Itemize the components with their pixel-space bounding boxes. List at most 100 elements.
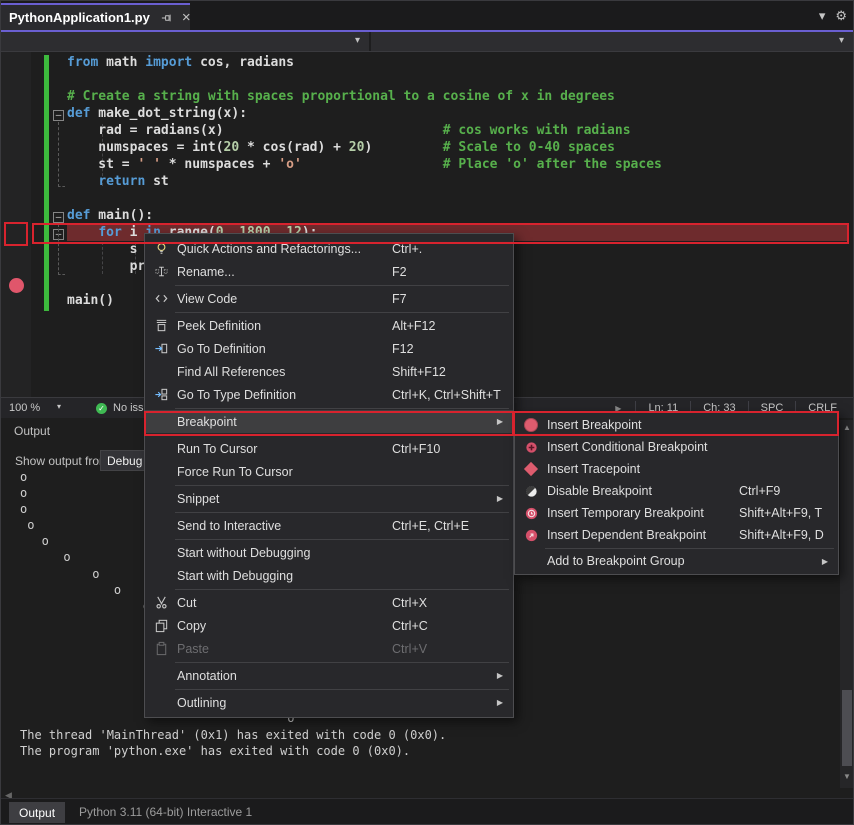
breakpoint-icon	[515, 418, 547, 432]
document-tab-bar: PythonApplication1.py × ▾ ⚙	[1, 1, 854, 30]
menu-item-go-to-definition[interactable]: Go To DefinitionF12	[145, 337, 513, 360]
pin-icon[interactable]	[160, 12, 172, 24]
zoom-level-control[interactable]: 100 %	[9, 402, 40, 414]
menu-item-quick-actions-and-refactorings[interactable]: Quick Actions and Refactorings...Ctrl+.	[145, 237, 513, 260]
menu-separator	[175, 512, 509, 513]
tab-python-interactive-label: Python 3.11 (64-bit) Interactive 1	[79, 805, 252, 819]
scrollbar-thumb[interactable]	[842, 690, 852, 766]
menu-item-insert-temporary-breakpoint[interactable]: Insert Temporary BreakpointShift+Alt+F9,…	[515, 502, 838, 524]
menu-item-insert-tracepoint[interactable]: Insert Tracepoint	[515, 458, 838, 480]
scroll-up-icon[interactable]: ▲	[840, 423, 854, 432]
menu-item-label: Add to Breakpoint Group	[547, 554, 739, 568]
menu-item-label: Go To Definition	[177, 342, 392, 356]
tab-python-interactive[interactable]: Python 3.11 (64-bit) Interactive 1	[79, 805, 252, 819]
menu-item-shortcut: Ctrl+.	[392, 242, 422, 256]
menu-item-label: Insert Tracepoint	[547, 462, 739, 476]
submenu-arrow-icon: ▶	[497, 671, 507, 680]
outline-guide	[58, 224, 65, 275]
menu-item-start-with-debugging[interactable]: Start with Debugging	[145, 564, 513, 587]
menu-item-insert-dependent-breakpoint[interactable]: Insert Dependent BreakpointShift+Alt+F9,…	[515, 524, 838, 546]
tab-list-dropdown-icon[interactable]: ▾	[819, 8, 826, 24]
menu-item-run-to-cursor[interactable]: Run To CursorCtrl+F10	[145, 437, 513, 460]
menu-item-label: Find All References	[177, 365, 392, 379]
breakpoint-submenu: Insert BreakpointInsert Conditional Brea…	[514, 411, 839, 575]
menu-item-disable-breakpoint[interactable]: Disable BreakpointCtrl+F9	[515, 480, 838, 502]
submenu-arrow-icon: ▶	[822, 557, 832, 566]
zoom-dropdown-icon[interactable]: ▾	[57, 402, 61, 411]
code-line[interactable]	[67, 71, 848, 88]
menu-separator	[545, 548, 834, 549]
menu-item-add-to-breakpoint-group[interactable]: Add to Breakpoint Group ▶	[515, 550, 838, 572]
close-icon[interactable]: ×	[182, 9, 191, 26]
fold-toggle-icon[interactable]: –	[53, 212, 64, 223]
menu-item-cut[interactable]: CutCtrl+X	[145, 591, 513, 614]
menu-item-send-to-interactive[interactable]: Send to InteractiveCtrl+E, Ctrl+E	[145, 514, 513, 537]
output-line: The thread 'MainThread' (0x1) has exited…	[20, 727, 446, 743]
menu-item-label: Rename...	[177, 265, 392, 279]
go-to-type-icon	[145, 387, 177, 402]
menu-item-label: Start without Debugging	[177, 546, 392, 560]
menu-item-shortcut: Ctrl+C	[392, 619, 428, 633]
tool-window-tab-bar: Output Python 3.11 (64-bit) Interactive …	[1, 798, 854, 825]
breakpoint-dot-icon[interactable]	[9, 278, 24, 293]
scroll-down-icon[interactable]: ▼	[840, 772, 854, 781]
menu-item-insert-conditional-breakpoint[interactable]: Insert Conditional Breakpoint	[515, 436, 838, 458]
menu-item-find-all-references[interactable]: Find All ReferencesShift+F12	[145, 360, 513, 383]
menu-item-paste[interactable]: PasteCtrl+V	[145, 637, 513, 660]
code-line[interactable]: from math import cos, radians	[67, 54, 848, 71]
menu-item-shortcut: Ctrl+E, Ctrl+E	[392, 519, 469, 533]
show-output-from-label: Show output from:	[15, 454, 112, 468]
menu-item-shortcut: Shift+F12	[392, 365, 446, 379]
menu-item-peek-definition[interactable]: Peek DefinitionAlt+F12	[145, 314, 513, 337]
output-vertical-scrollbar[interactable]: ▲ ▼	[840, 420, 854, 788]
menu-item-view-code[interactable]: View CodeF7	[145, 287, 513, 310]
menu-item-outlining[interactable]: Outlining▶	[145, 691, 513, 714]
navigation-bar: ▾ ▾	[1, 32, 854, 52]
menu-item-go-to-type-definition[interactable]: Go To Type DefinitionCtrl+K, Ctrl+Shift+…	[145, 383, 513, 406]
peek-definition-icon	[145, 318, 177, 333]
breakpoint-margin[interactable]	[1, 52, 31, 397]
menu-item-copy[interactable]: CopyCtrl+C	[145, 614, 513, 637]
menu-item-label: Quick Actions and Refactorings...	[177, 242, 392, 256]
gear-icon[interactable]: ⚙	[835, 8, 847, 24]
fold-toggle-icon[interactable]: –	[53, 110, 64, 121]
code-line[interactable]: numspaces = int(20 * cos(rad) + 20) # Sc…	[67, 139, 848, 156]
nav-right-dropdown-icon[interactable]: ▾	[839, 35, 844, 46]
code-line[interactable]: def main():	[67, 207, 848, 224]
menu-separator	[175, 485, 509, 486]
breakpoint-temporary-icon	[515, 506, 547, 521]
code-line[interactable]: st = ' ' * numspaces + 'o' # Place 'o' a…	[67, 156, 848, 173]
menu-item-label: Annotation	[177, 669, 392, 683]
tab-output[interactable]: Output	[9, 802, 65, 823]
menu-item-label: Send to Interactive	[177, 519, 392, 533]
output-source-value: Debug	[107, 454, 142, 468]
menu-item-start-without-debugging[interactable]: Start without Debugging	[145, 541, 513, 564]
breakpoint-conditional-icon	[515, 440, 547, 455]
submenu-arrow-icon: ▶	[497, 698, 507, 707]
menu-item-label: Peek Definition	[177, 319, 392, 333]
code-line[interactable]: # Create a string with spaces proportion…	[67, 88, 848, 105]
menu-item-insert-breakpoint[interactable]: Insert Breakpoint	[515, 414, 838, 436]
tab-bar-controls: ▾ ⚙	[819, 8, 847, 24]
nav-left-dropdown-icon[interactable]: ▾	[355, 35, 360, 46]
health-check-icon[interactable]: ✓	[96, 403, 107, 414]
code-line[interactable]: def make_dot_string(x):	[67, 105, 848, 122]
editor-context-menu: Quick Actions and Refactorings...Ctrl+.R…	[144, 233, 514, 718]
tracepoint-icon	[515, 464, 547, 474]
menu-item-label: Insert Dependent Breakpoint	[547, 528, 739, 542]
code-line[interactable]: return st	[67, 173, 848, 190]
menu-item-breakpoint[interactable]: Breakpoint ▶	[145, 410, 513, 433]
menu-item-label: Start with Debugging	[177, 569, 392, 583]
code-line[interactable]	[67, 190, 848, 207]
menu-item-force-run-to-cursor[interactable]: Force Run To Cursor	[145, 460, 513, 483]
submenu-arrow-icon: ▶	[497, 417, 507, 426]
menu-item-annotation[interactable]: Annotation ▶	[145, 664, 513, 687]
menu-separator	[175, 408, 509, 409]
document-tab[interactable]: PythonApplication1.py ×	[1, 5, 190, 30]
code-line[interactable]: rad = radians(x) # cos works with radian…	[67, 122, 848, 139]
menu-item-label: Breakpoint	[177, 415, 392, 429]
menu-item-snippet[interactable]: Snippet▶	[145, 487, 513, 510]
menu-item-shortcut: Ctrl+X	[392, 596, 427, 610]
menu-item-shortcut: Ctrl+F10	[392, 442, 440, 456]
menu-item-rename[interactable]: Rename...F2	[145, 260, 513, 283]
